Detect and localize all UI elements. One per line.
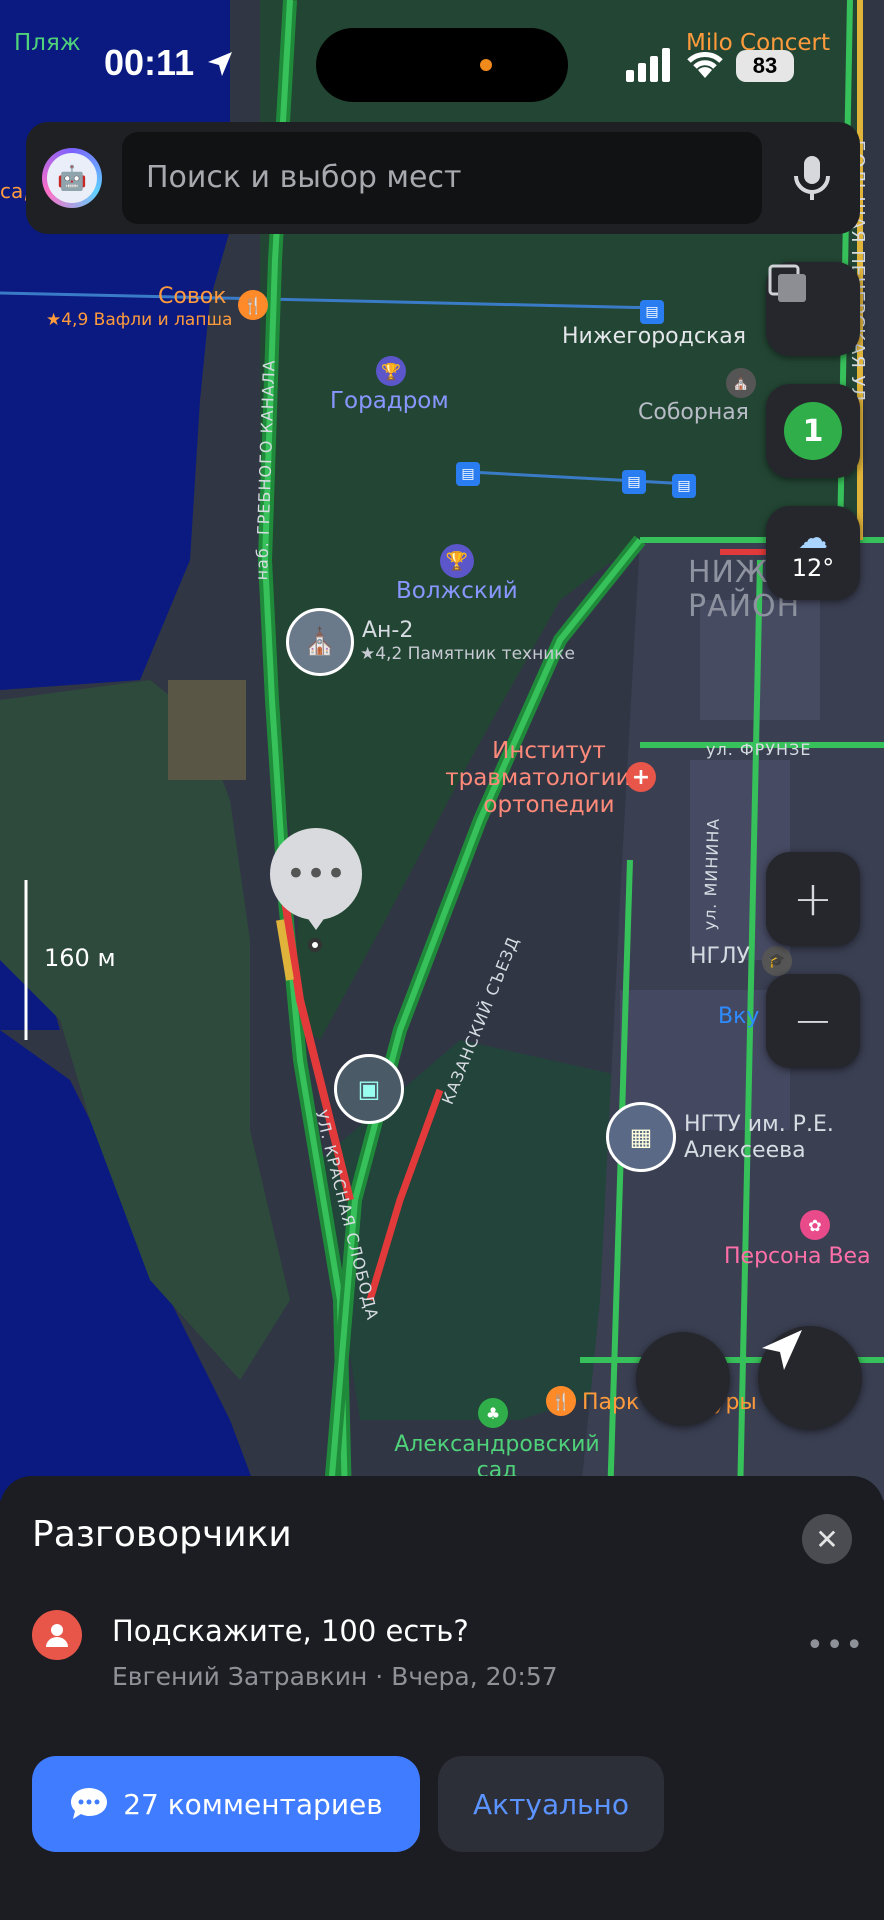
layers-button[interactable] — [766, 262, 860, 356]
compass-button[interactable] — [636, 1332, 730, 1426]
avatar[interactable] — [32, 1610, 82, 1660]
trophy-icon-2[interactable]: 🏆 — [440, 544, 474, 578]
persona-label[interactable]: Персона Веа — [724, 1244, 871, 1269]
sheet-title: Разговорчики — [32, 1514, 292, 1555]
university-icon[interactable]: 🎓 — [762, 946, 792, 976]
zoom-in-button[interactable]: + — [766, 852, 860, 946]
microphone-icon[interactable] — [788, 152, 836, 204]
street-minina: ул. МИНИНА — [700, 817, 723, 931]
temperature-label: 12° — [791, 554, 835, 582]
more-options-icon[interactable]: ••• — [806, 1628, 865, 1663]
comments-label: 27 комментариев — [123, 1787, 383, 1821]
minus-icon: − — [792, 993, 834, 1049]
robot-icon: 🤖 — [57, 164, 87, 192]
ngtu-label[interactable]: НГТУ им. Р.Е. Алексеева — [684, 1112, 864, 1164]
chat-pin[interactable]: ••• — [270, 828, 362, 920]
close-button[interactable]: ✕ — [802, 1514, 852, 1564]
tram-stop-icon-4[interactable]: ▤ — [672, 474, 696, 498]
actual-label: Актуально — [473, 1787, 629, 1821]
tram-stop-icon-3[interactable]: ▤ — [622, 470, 646, 494]
traffic-button[interactable]: 1 — [766, 384, 860, 478]
street-frunze: ул. ФРУНЗЕ — [706, 740, 812, 759]
zoom-out-button[interactable]: − — [766, 974, 860, 1068]
chat-pin-tail — [306, 916, 326, 930]
tram-stop-icon-2[interactable]: ▤ — [456, 462, 480, 486]
comments-button[interactable]: 27 комментариев — [32, 1756, 420, 1852]
my-location-button[interactable] — [758, 1326, 862, 1430]
plus-icon: + — [792, 871, 834, 927]
search-input[interactable]: Поиск и выбор мест — [122, 132, 762, 224]
traffic-score: 1 — [784, 402, 842, 460]
message-text: Подскажите, 100 есть? — [112, 1614, 469, 1648]
nizhegorodskaya-label[interactable]: Нижегородская — [562, 324, 746, 349]
camera-photo-pin[interactable]: ▣ — [334, 1054, 404, 1124]
beach-label[interactable]: Пляж — [14, 30, 81, 56]
hospital-icon[interactable]: + — [626, 762, 656, 792]
weather-button[interactable]: ☁ 12° — [766, 506, 860, 600]
location-dot — [308, 938, 322, 952]
actual-button[interactable]: Актуально — [438, 1756, 664, 1852]
milo-concert-label[interactable]: Milo Concert — [686, 30, 830, 56]
cloud-icon: ☁ — [798, 521, 828, 556]
church-icon[interactable]: ⛪ — [726, 368, 756, 398]
sovok-rating: ★4,9 Вафли и лапша — [46, 310, 233, 330]
tram-stop-icon[interactable]: ▤ — [640, 300, 664, 324]
bottom-sheet: Разговорчики ✕ Подскажите, 100 есть? Евг… — [0, 1476, 884, 1920]
an2-rating: ★4,2 Памятник технике — [360, 644, 575, 664]
sovok-label[interactable]: Совок — [158, 284, 227, 309]
close-icon: ✕ — [815, 1522, 839, 1556]
ngtu-photo-pin[interactable]: ▦ — [606, 1102, 676, 1172]
scale-label: 160 м — [44, 944, 116, 972]
alice-assistant-button[interactable]: 🤖 — [42, 148, 102, 208]
soborn-label[interactable]: Соборная — [638, 400, 749, 425]
restaurant-icon-2[interactable]: 🍴 — [546, 1386, 576, 1416]
message-meta: Евгений Затравкин · Вчера, 20:57 — [112, 1662, 558, 1691]
trophy-icon[interactable]: 🏆 — [376, 356, 406, 386]
tree-icon[interactable]: ♣ — [478, 1398, 508, 1428]
user-icon — [46, 1624, 68, 1647]
search-bar: 🤖 Поиск и выбор мест — [26, 122, 860, 234]
nglu-label[interactable]: НГЛУ — [690, 944, 750, 969]
navigation-arrow-icon — [762, 1330, 802, 1370]
compass-icon — [642, 1354, 690, 1374]
goradrom-label[interactable]: Горадром — [330, 388, 449, 414]
an2-photo-pin[interactable]: ⛪ — [286, 608, 354, 676]
volzhsky-label[interactable]: Волжский — [396, 578, 518, 604]
chat-bubble-icon — [71, 1788, 108, 1819]
restaurant-icon[interactable]: 🍴 — [238, 290, 268, 320]
vku-label[interactable]: Вку — [718, 1004, 759, 1029]
beauty-icon[interactable]: ✿ — [800, 1210, 830, 1240]
layers-icon — [768, 264, 806, 302]
an2-label[interactable]: Ан-2 — [362, 618, 413, 643]
